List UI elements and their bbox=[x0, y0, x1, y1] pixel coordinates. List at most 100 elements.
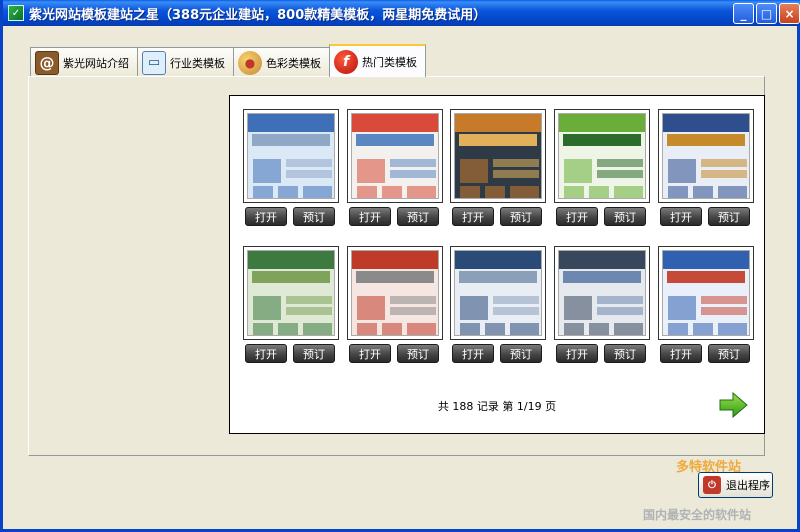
order-button[interactable]: 预订 bbox=[500, 207, 542, 226]
template-preview bbox=[247, 113, 335, 199]
preview-block bbox=[382, 186, 402, 198]
preview-banner bbox=[356, 271, 434, 284]
preview-block bbox=[390, 159, 436, 167]
open-button[interactable]: 打开 bbox=[556, 207, 598, 226]
preview-block bbox=[286, 170, 332, 178]
flash-icon: f bbox=[334, 49, 358, 74]
preview-block bbox=[597, 296, 643, 304]
order-button[interactable]: 预订 bbox=[397, 207, 439, 226]
template-thumbnail[interactable] bbox=[450, 109, 546, 203]
order-button[interactable]: 预订 bbox=[500, 344, 542, 363]
preview-block bbox=[357, 296, 385, 320]
close-button[interactable]: × bbox=[779, 3, 800, 24]
preview-block bbox=[485, 323, 505, 335]
preview-block bbox=[564, 186, 584, 198]
preview-block bbox=[597, 170, 643, 178]
tab-color[interactable]: ● 色彩类模板 bbox=[233, 47, 330, 77]
preview-header bbox=[663, 251, 749, 270]
preview-block bbox=[407, 323, 436, 335]
template-thumbnail[interactable] bbox=[347, 246, 443, 340]
preview-header bbox=[352, 114, 438, 133]
preview-block bbox=[589, 323, 609, 335]
preview-block bbox=[668, 323, 688, 335]
tab-label: 热门类模板 bbox=[362, 55, 417, 69]
preview-block bbox=[701, 170, 747, 178]
template-preview bbox=[558, 250, 646, 336]
preview-block bbox=[614, 186, 643, 198]
preview-block bbox=[303, 323, 332, 335]
maximize-button[interactable]: □ bbox=[756, 3, 777, 24]
preview-banner bbox=[252, 134, 330, 147]
order-button[interactable]: 预订 bbox=[293, 344, 335, 363]
exit-button[interactable]: ⏻ 退出程序 bbox=[698, 472, 773, 498]
open-button[interactable]: 打开 bbox=[452, 344, 494, 363]
preview-block bbox=[278, 323, 298, 335]
preview-block bbox=[589, 186, 609, 198]
title-bar[interactable]: ✓ 紫光网站模板建站之星（388元企业建站，800款精美模板，两星期免费试用） … bbox=[3, 0, 800, 26]
order-button[interactable]: 预订 bbox=[397, 344, 439, 363]
tab-industry[interactable]: ▭ 行业类模板 bbox=[137, 47, 234, 77]
preview-banner bbox=[563, 271, 641, 284]
preview-block bbox=[253, 323, 273, 335]
order-button[interactable]: 预订 bbox=[604, 207, 646, 226]
preview-block bbox=[668, 186, 688, 198]
preview-banner bbox=[356, 134, 434, 147]
window-controls: _ □ × bbox=[733, 3, 800, 24]
open-button[interactable]: 打开 bbox=[349, 207, 391, 226]
preview-block bbox=[286, 296, 332, 304]
order-button[interactable]: 预订 bbox=[604, 344, 646, 363]
open-button[interactable]: 打开 bbox=[349, 344, 391, 363]
preview-banner bbox=[252, 271, 330, 284]
preview-block bbox=[564, 296, 592, 320]
template-thumbnail[interactable] bbox=[658, 246, 754, 340]
open-button[interactable]: 打开 bbox=[245, 344, 287, 363]
preview-block bbox=[485, 186, 505, 198]
tab-hot[interactable]: f 热门类模板 bbox=[329, 44, 426, 77]
preview-block bbox=[718, 323, 747, 335]
preview-header bbox=[455, 251, 541, 270]
template-thumbnail[interactable] bbox=[243, 109, 339, 203]
order-button[interactable]: 预订 bbox=[708, 344, 750, 363]
template-thumbnail[interactable] bbox=[243, 246, 339, 340]
preview-block bbox=[718, 186, 747, 198]
template-preview bbox=[558, 113, 646, 199]
next-arrow-icon[interactable] bbox=[718, 392, 748, 418]
order-button[interactable]: 预订 bbox=[708, 207, 750, 226]
template-thumbnail[interactable] bbox=[658, 109, 754, 203]
preview-block bbox=[253, 159, 281, 183]
preview-banner bbox=[459, 271, 537, 284]
monitor-icon: ▭ bbox=[142, 50, 166, 75]
preview-banner bbox=[563, 134, 641, 147]
open-button[interactable]: 打开 bbox=[556, 344, 598, 363]
preview-block bbox=[407, 186, 436, 198]
template-preview bbox=[662, 250, 750, 336]
template-thumbnail[interactable] bbox=[554, 109, 650, 203]
preview-block bbox=[460, 159, 488, 183]
preview-header bbox=[663, 114, 749, 133]
preview-block bbox=[493, 159, 539, 167]
template-thumbnail[interactable] bbox=[554, 246, 650, 340]
preview-block bbox=[493, 170, 539, 178]
template-thumbnail[interactable] bbox=[347, 109, 443, 203]
tab-intro[interactable]: @ 紫光网站介绍 bbox=[30, 47, 138, 77]
open-button[interactable]: 打开 bbox=[452, 207, 494, 226]
preview-block bbox=[460, 186, 480, 198]
preview-block bbox=[253, 186, 273, 198]
minimize-button[interactable]: _ bbox=[733, 3, 754, 24]
preview-block bbox=[510, 186, 539, 198]
template-preview bbox=[662, 113, 750, 199]
open-button[interactable]: 打开 bbox=[660, 207, 702, 226]
order-button[interactable]: 预订 bbox=[293, 207, 335, 226]
open-button[interactable]: 打开 bbox=[245, 207, 287, 226]
open-button[interactable]: 打开 bbox=[660, 344, 702, 363]
preview-block bbox=[693, 186, 713, 198]
preview-block bbox=[460, 296, 488, 320]
template-thumbnail[interactable] bbox=[450, 246, 546, 340]
template-preview bbox=[247, 250, 335, 336]
preview-block bbox=[382, 323, 402, 335]
preview-block bbox=[303, 186, 332, 198]
preview-block bbox=[564, 159, 592, 183]
template-preview bbox=[454, 113, 542, 199]
preview-banner bbox=[459, 134, 537, 147]
preview-block bbox=[278, 186, 298, 198]
